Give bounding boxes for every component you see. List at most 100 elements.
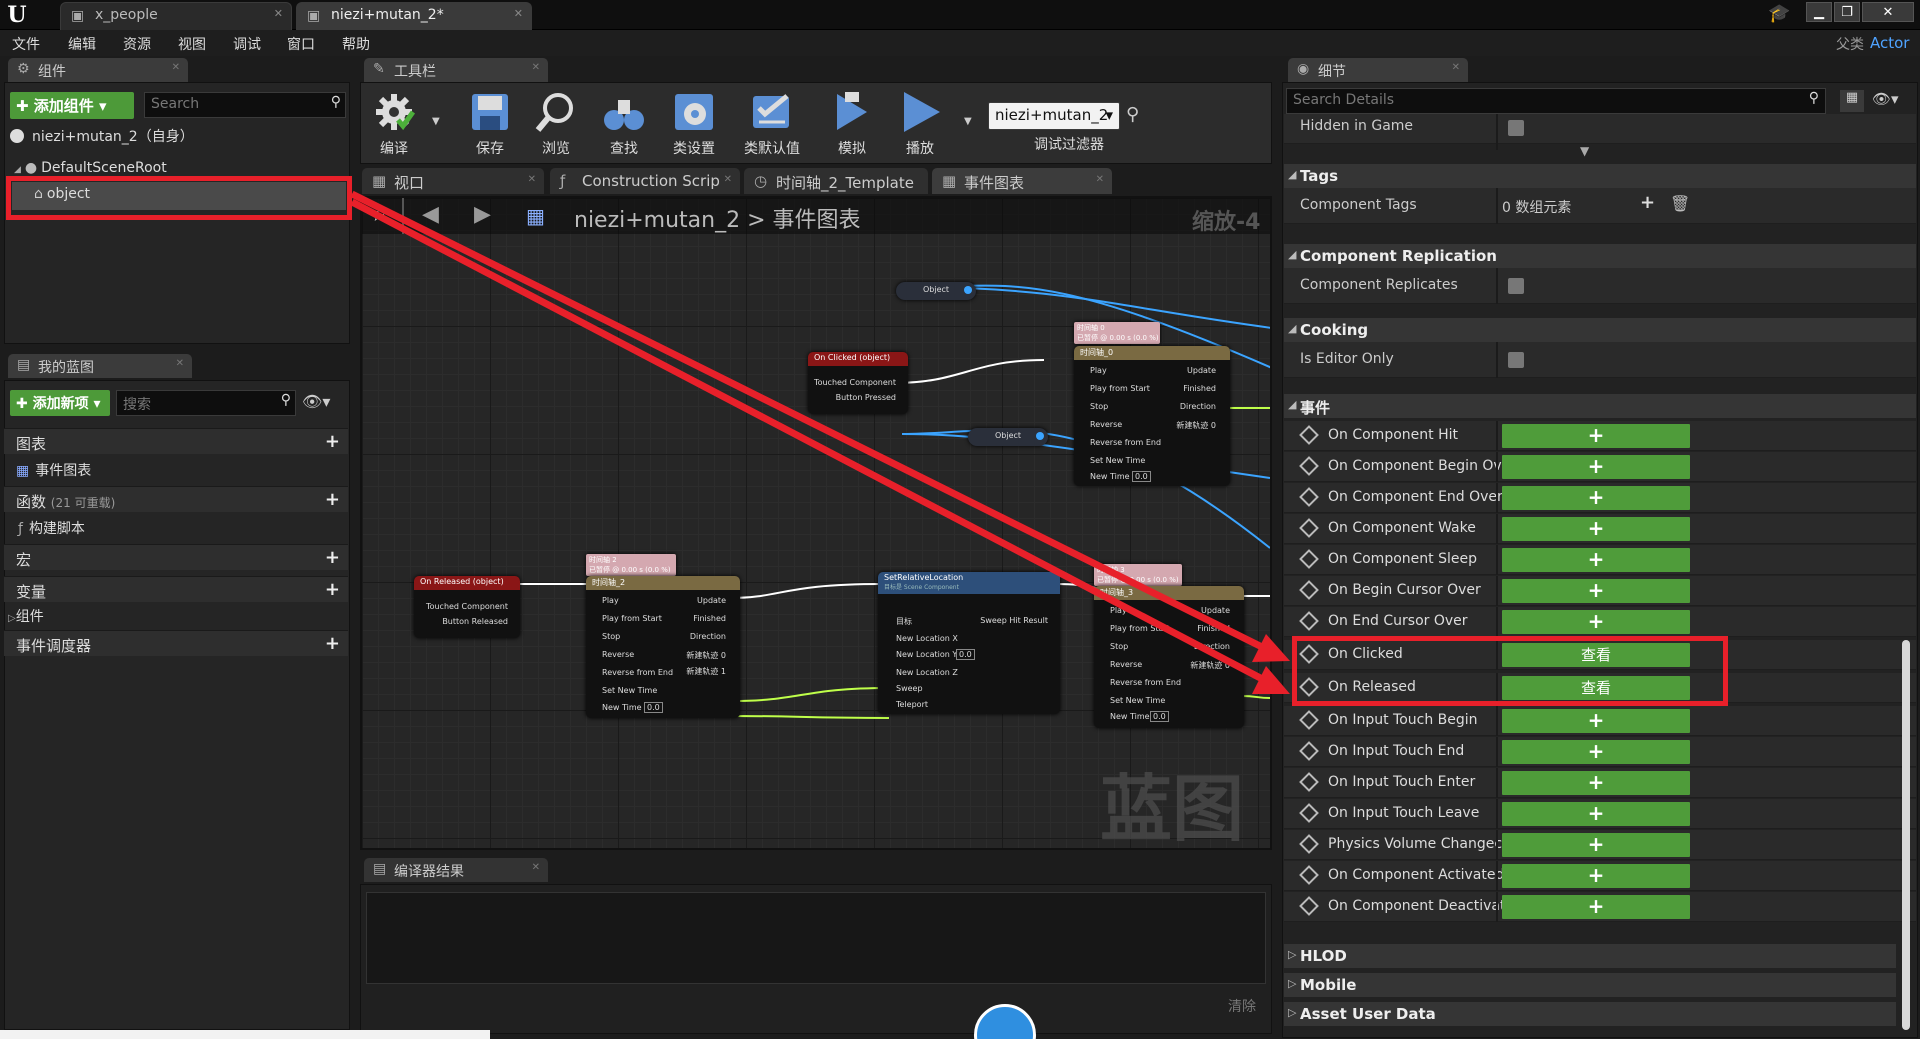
- output-pin[interactable]: [1036, 432, 1044, 440]
- close-icon[interactable]: ✕: [1096, 174, 1104, 185]
- add-event-button[interactable]: +: [1502, 579, 1690, 603]
- compiler-results-tab[interactable]: ▤ 编译器结果 ✕: [364, 858, 548, 882]
- add-event-button[interactable]: +: [1502, 895, 1690, 919]
- add-event-button[interactable]: +: [1502, 833, 1690, 857]
- add-event-button[interactable]: +: [1502, 517, 1690, 541]
- menu-help[interactable]: 帮助: [342, 34, 370, 54]
- close-icon[interactable]: ✕: [274, 7, 283, 20]
- components-search-input[interactable]: Search ⚲: [144, 92, 346, 118]
- view-options-eye-icon[interactable]: 👁▾: [1872, 90, 1899, 108]
- tab-timeline[interactable]: ◷ 时间轴_2_Template: [744, 168, 928, 194]
- event-graph-canvas[interactable]: ☆ ◀ ▶ ▦ niezi+mutan_2 > 事件图表 缩放-4 蓝图 Obj…: [360, 196, 1272, 850]
- details-tab[interactable]: ◉ 细节 ✕: [1288, 58, 1468, 82]
- object-variable-node[interactable]: Object: [896, 282, 976, 300]
- new-time-input[interactable]: 0.0: [644, 702, 663, 713]
- category-variables[interactable]: 变量 +: [4, 576, 348, 602]
- my-blueprint-tab[interactable]: ▤ 我的蓝图 ✕: [8, 354, 192, 378]
- find-button[interactable]: 查找: [592, 88, 656, 160]
- expand-triangle-icon[interactable]: ▷: [8, 613, 16, 624]
- eye-icon[interactable]: 👁▾: [302, 392, 330, 411]
- new-time-input[interactable]: 0.0: [1132, 471, 1151, 482]
- new-time-input[interactable]: 0.0: [1150, 711, 1169, 722]
- add-event-button[interactable]: +: [1502, 548, 1690, 572]
- add-event-button[interactable]: +: [1502, 486, 1690, 510]
- add-variable-icon[interactable]: +: [325, 579, 340, 600]
- collapse-triangle-icon[interactable]: ◢: [14, 165, 21, 175]
- add-macro-icon[interactable]: +: [325, 547, 340, 568]
- object-variable-node-2[interactable]: Object: [968, 428, 1048, 446]
- compile-options-chevron-icon[interactable]: ▼: [432, 116, 440, 127]
- add-event-button[interactable]: +: [1502, 455, 1690, 479]
- doc-tab-niezi[interactable]: ▣ niezi+mutan_2* ✕: [296, 2, 532, 30]
- timeline-0-node[interactable]: 时间轴_0 Play Play from Start Stop Reverse …: [1074, 346, 1230, 486]
- section-tags[interactable]: ◢ Tags: [1284, 164, 1916, 188]
- on-released-event-node[interactable]: On Released (object) Touched Component B…: [414, 576, 520, 638]
- menu-view[interactable]: 视图: [178, 34, 206, 54]
- menu-assets[interactable]: 资源: [123, 34, 151, 54]
- close-icon[interactable]: ✕: [172, 62, 180, 73]
- menu-edit[interactable]: 编辑: [68, 34, 96, 54]
- components-category[interactable]: ▷组件: [8, 606, 44, 626]
- details-search-input[interactable]: Search Details ⚲: [1286, 88, 1826, 114]
- add-event-button[interactable]: +: [1502, 740, 1690, 764]
- output-pin[interactable]: [964, 286, 972, 294]
- construction-script-item[interactable]: ƒ 构建脚本: [18, 518, 85, 538]
- section-asset-user-data[interactable]: ▷ Asset User Data: [1284, 1002, 1896, 1026]
- class-settings-button[interactable]: 类设置: [662, 88, 726, 160]
- timeline-2-node[interactable]: 时间轴_2 Play Play from Start Stop Reverse …: [586, 576, 740, 718]
- add-dispatcher-icon[interactable]: +: [325, 633, 340, 654]
- add-event-button[interactable]: +: [1502, 802, 1690, 826]
- category-dispatchers[interactable]: 事件调度器 +: [4, 630, 348, 656]
- section-mobile[interactable]: ▷ Mobile: [1284, 973, 1896, 997]
- is-editor-only-checkbox[interactable]: [1508, 352, 1524, 368]
- advanced-expand-chevron-icon[interactable]: ▼: [1580, 144, 1589, 158]
- add-event-button[interactable]: +: [1502, 864, 1690, 888]
- doc-tab-x-people[interactable]: ▣ x_people ✕: [60, 2, 292, 30]
- set-relative-location-node[interactable]: SetRelativeLocation 目标是 Scene Component 目…: [878, 572, 1060, 714]
- tab-construction-script[interactable]: ƒ Construction Scrip ✕: [550, 168, 740, 194]
- add-event-button[interactable]: +: [1502, 709, 1690, 733]
- close-window-button[interactable]: ✕: [1862, 2, 1914, 22]
- component-replicates-checkbox[interactable]: [1508, 278, 1524, 294]
- simulate-button[interactable]: 模拟: [820, 88, 884, 160]
- add-event-button[interactable]: +: [1502, 771, 1690, 795]
- components-tab[interactable]: ⚙ 组件 ✕: [8, 58, 188, 82]
- add-event-button[interactable]: +: [1502, 610, 1690, 634]
- section-cooking[interactable]: ◢ Cooking: [1284, 318, 1916, 342]
- add-event-button[interactable]: +: [1502, 424, 1690, 448]
- property-matrix-icon[interactable]: ▦: [1840, 90, 1864, 112]
- add-component-button[interactable]: ✚ 添加组件 ▾: [10, 92, 134, 119]
- close-icon[interactable]: ✕: [1452, 62, 1460, 73]
- close-icon[interactable]: ✕: [724, 174, 732, 185]
- minimize-button[interactable]: ▁: [1806, 2, 1832, 22]
- menu-file[interactable]: 文件: [12, 34, 40, 54]
- browse-button[interactable]: 浏览: [524, 88, 588, 160]
- menu-window[interactable]: 窗口: [287, 34, 315, 54]
- blueprint-search-input[interactable]: 搜索 ⚲: [116, 390, 296, 416]
- category-graphs[interactable]: 图表 +: [4, 428, 348, 454]
- debug-object-select[interactable]: niezi+mutan_2 ▾: [988, 102, 1120, 130]
- tab-viewport[interactable]: ▦ 视口 ✕: [362, 168, 544, 194]
- close-icon[interactable]: ✕: [532, 862, 540, 873]
- close-icon[interactable]: ✕: [532, 62, 540, 73]
- details-scrollbar[interactable]: [1902, 640, 1910, 1030]
- parent-class-link[interactable]: Actor: [1870, 34, 1909, 52]
- close-icon[interactable]: ✕: [176, 358, 184, 369]
- compile-button[interactable]: 编译: [362, 88, 426, 160]
- new-location-y-input[interactable]: 0.0: [956, 649, 975, 660]
- toolbar-tab[interactable]: ✎ 工具栏 ✕: [364, 58, 548, 82]
- on-clicked-event-node[interactable]: On Clicked (object) Touched Component Bu…: [808, 352, 908, 414]
- add-element-icon[interactable]: +: [1640, 192, 1655, 213]
- category-macros[interactable]: 宏 +: [4, 544, 348, 570]
- close-icon[interactable]: ✕: [528, 174, 536, 185]
- timeline-3-node[interactable]: 时间轴_3 Play Play from Start Stop Reverse …: [1094, 586, 1244, 728]
- add-graph-icon[interactable]: +: [325, 431, 340, 452]
- play-options-chevron-icon[interactable]: ▼: [964, 116, 972, 127]
- unreal-logo-icon[interactable]: U: [2, 0, 32, 30]
- section-component-replication[interactable]: ◢ Component Replication: [1284, 244, 1916, 268]
- clear-button[interactable]: 清除: [1228, 996, 1256, 1016]
- graduation-cap-icon[interactable]: 🎓: [1768, 3, 1790, 24]
- save-button[interactable]: 保存: [458, 88, 522, 160]
- add-function-icon[interactable]: +: [325, 489, 340, 510]
- section-events[interactable]: ◢ 事件: [1284, 394, 1916, 418]
